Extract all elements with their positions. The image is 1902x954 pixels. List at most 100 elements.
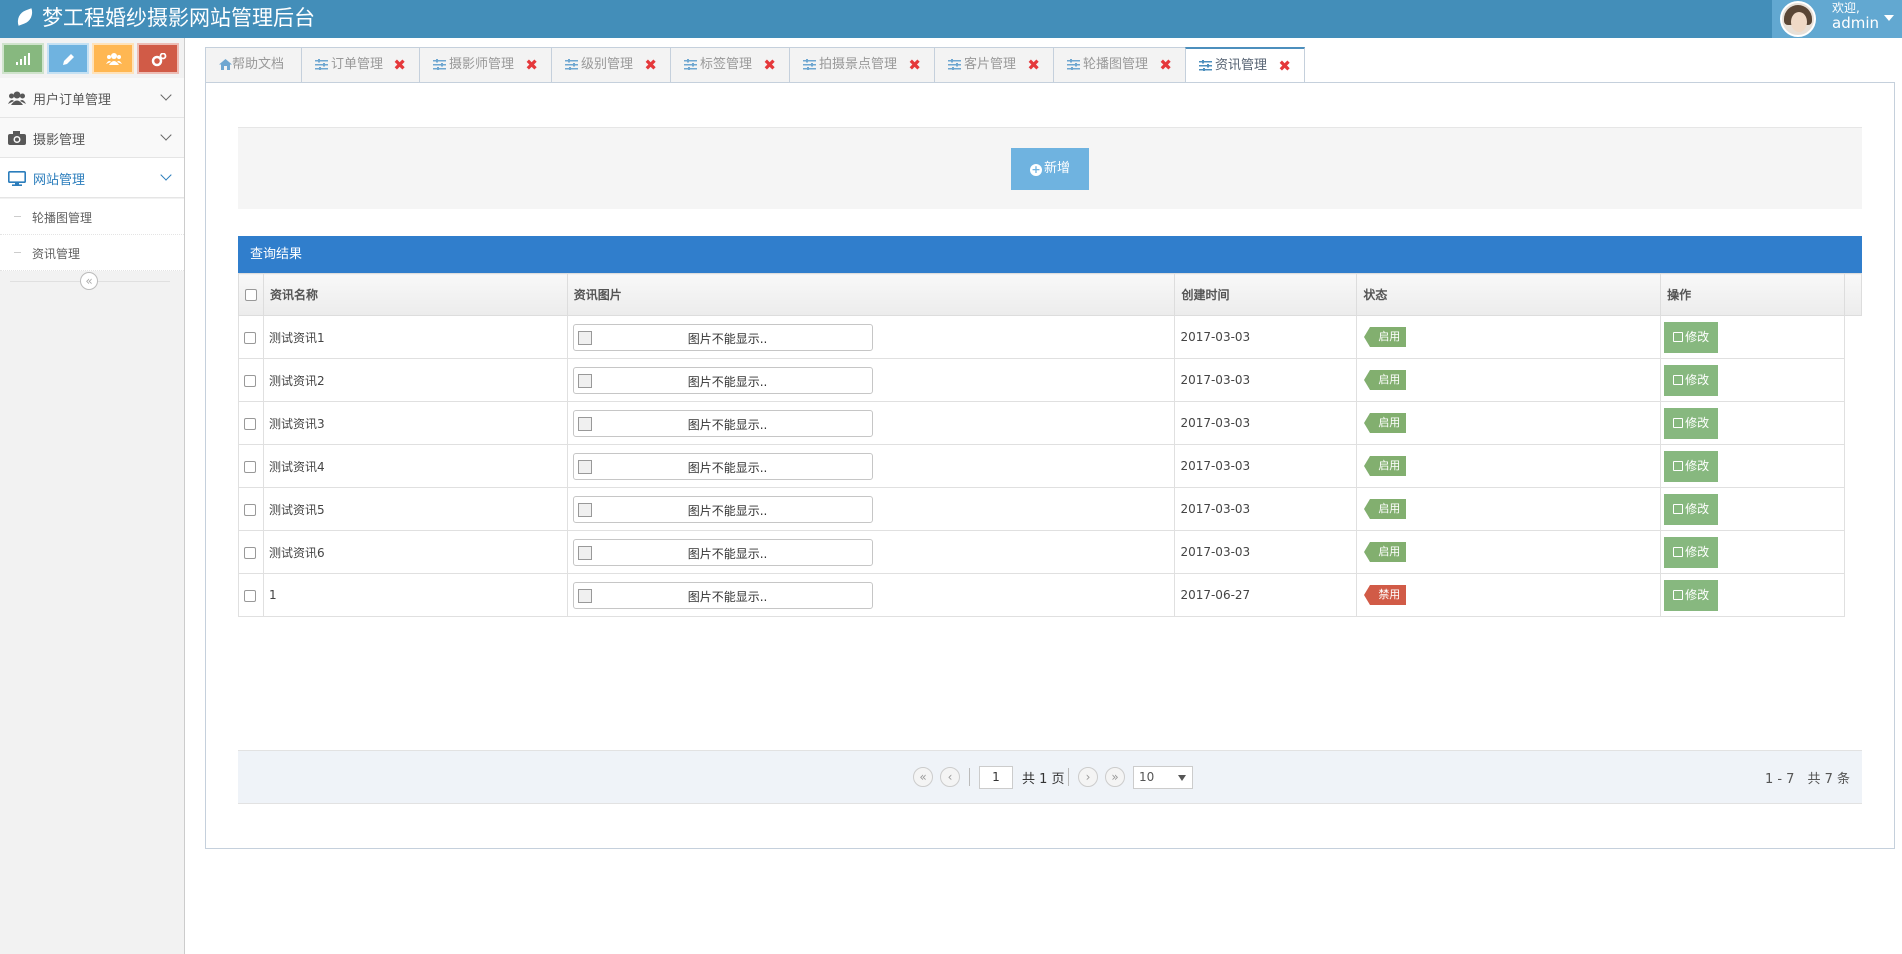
- tab-news[interactable]: 资讯管理 ✖: [1185, 47, 1305, 84]
- shortcut-edit-button[interactable]: [47, 43, 89, 74]
- page-size-select[interactable]: 10: [1133, 766, 1193, 789]
- table-row[interactable]: 测试资讯2 图片不能显示.. 2017-03-03 启用 修改: [238, 358, 1862, 402]
- edit-button[interactable]: 修改: [1664, 579, 1719, 611]
- broken-image-icon: [577, 502, 592, 517]
- add-button-label: 新增: [1043, 161, 1070, 176]
- sliders-icon: [315, 59, 328, 70]
- edit-button[interactable]: 修改: [1664, 321, 1719, 353]
- row-checkbox[interactable]: [244, 503, 256, 516]
- news-name: 测试资讯4: [262, 444, 568, 488]
- row-checkbox[interactable]: [244, 546, 256, 559]
- close-icon[interactable]: ✖: [908, 48, 921, 82]
- tab-client-photos[interactable]: 客片管理 ✖: [934, 47, 1054, 83]
- cogs-icon: [151, 53, 167, 67]
- tab-photographers[interactable]: 摄影师管理 ✖: [419, 47, 552, 83]
- column-header[interactable]: 资讯图片: [566, 273, 1176, 316]
- close-icon[interactable]: ✖: [1159, 48, 1172, 82]
- leaf-icon: [14, 8, 36, 26]
- chevron-down-icon: [160, 169, 172, 181]
- sidebar-subitem-label: 资讯管理: [32, 247, 81, 261]
- created-date: 2017-03-03: [1174, 444, 1358, 488]
- app-brand[interactable]: 梦工程婚纱摄影网站管理后台: [14, 4, 315, 32]
- page-number-input[interactable]: 1: [979, 766, 1013, 789]
- content-panel: + 新增 查询结果 资讯名称 资讯图片 创建时间 状态 操作 测试资讯1 图片不…: [205, 82, 1895, 849]
- shortcut-settings-button[interactable]: [137, 43, 179, 74]
- news-image: 图片不能显示..: [572, 495, 873, 523]
- first-page-button[interactable]: «: [913, 767, 933, 787]
- news-image: 图片不能显示..: [572, 323, 873, 351]
- sidebar-item-orders[interactable]: 用户订单管理: [0, 78, 184, 118]
- edit-icon: [1673, 417, 1684, 428]
- user-menu[interactable]: 欢迎, admin: [1772, 0, 1902, 38]
- column-header[interactable]: 操作: [1660, 273, 1845, 316]
- last-page-button[interactable]: »: [1105, 767, 1125, 787]
- shortcut-users-button[interactable]: [92, 43, 134, 74]
- close-icon[interactable]: ✖: [393, 48, 406, 82]
- created-date: 2017-03-03: [1174, 487, 1358, 531]
- close-icon[interactable]: ✖: [1027, 48, 1040, 82]
- dash-icon: [14, 252, 21, 253]
- group-icon: [106, 53, 122, 65]
- tab-orders[interactable]: 订单管理 ✖: [301, 47, 420, 83]
- add-button[interactable]: + 新增: [1011, 148, 1089, 190]
- column-header[interactable]: 创建时间: [1174, 273, 1358, 316]
- sidebar-item-website[interactable]: 网站管理: [0, 158, 184, 198]
- collapse-sidebar-button[interactable]: «: [80, 272, 98, 290]
- table-row[interactable]: 测试资讯4 图片不能显示.. 2017-03-03 启用 修改: [238, 444, 1862, 488]
- data-grid: 资讯名称 资讯图片 创建时间 状态 操作 测试资讯1 图片不能显示.. 2017…: [238, 273, 1863, 617]
- table-row[interactable]: 测试资讯6 图片不能显示.. 2017-03-03 启用 修改: [238, 530, 1862, 574]
- sidebar-item-label: 摄影管理: [33, 133, 86, 148]
- sidebar-item-photography[interactable]: 摄影管理: [0, 118, 184, 158]
- edit-button[interactable]: 修改: [1664, 493, 1719, 525]
- column-header[interactable]: 资讯名称: [262, 273, 568, 316]
- news-image: 图片不能显示..: [572, 538, 873, 566]
- table-row[interactable]: 测试资讯1 图片不能显示.. 2017-03-03 启用 修改: [238, 315, 1862, 359]
- table-row[interactable]: 测试资讯5 图片不能显示.. 2017-03-03 启用 修改: [238, 487, 1862, 531]
- caret-down-icon: [1178, 775, 1186, 781]
- row-checkbox[interactable]: [244, 331, 256, 344]
- tab-label: 轮播图管理: [1083, 57, 1149, 72]
- tab-label: 拍摄景点管理: [819, 57, 898, 72]
- news-name: 测试资讯3: [262, 401, 568, 445]
- row-checkbox[interactable]: [244, 589, 256, 602]
- edit-button[interactable]: 修改: [1664, 536, 1719, 568]
- shortcut-stats-button[interactable]: [2, 43, 44, 74]
- broken-image-icon: [577, 330, 592, 345]
- edit-button[interactable]: 修改: [1664, 407, 1719, 439]
- row-checkbox[interactable]: [244, 417, 256, 430]
- tab-levels[interactable]: 级别管理 ✖: [551, 47, 671, 83]
- close-icon[interactable]: ✖: [1278, 49, 1291, 83]
- sidebar-subitem-news[interactable]: 资讯管理: [0, 235, 184, 271]
- broken-image-icon: [577, 459, 592, 474]
- created-date: 2017-03-03: [1174, 401, 1358, 445]
- edit-button[interactable]: 修改: [1664, 450, 1719, 482]
- grid-title: 查询结果: [238, 236, 1862, 273]
- broken-image-icon: [577, 588, 592, 603]
- camera-icon: [8, 131, 26, 145]
- news-name: 1: [262, 573, 568, 617]
- column-header[interactable]: 状态: [1356, 273, 1662, 316]
- pagination-bar: « ‹ 1 共 1 页 › » 10 1 - 7 共 7 条: [238, 750, 1862, 804]
- tab-tags[interactable]: 标签管理 ✖: [670, 47, 790, 83]
- tab-carousel[interactable]: 轮播图管理 ✖: [1053, 47, 1186, 83]
- welcome-text: 欢迎,: [1832, 1, 1860, 15]
- table-row[interactable]: 1 图片不能显示.. 2017-06-27 禁用 修改: [238, 573, 1862, 617]
- signal-icon: [16, 53, 30, 65]
- close-icon[interactable]: ✖: [763, 48, 776, 82]
- tab-help[interactable]: 帮助文档: [205, 47, 302, 83]
- prev-page-button[interactable]: ‹: [940, 767, 960, 787]
- edit-button[interactable]: 修改: [1664, 364, 1719, 396]
- news-name: 测试资讯1: [262, 315, 568, 359]
- next-page-button[interactable]: ›: [1078, 767, 1098, 787]
- select-all-checkbox[interactable]: [245, 289, 257, 301]
- row-checkbox[interactable]: [244, 374, 256, 387]
- tab-locations[interactable]: 拍摄景点管理 ✖: [789, 47, 935, 83]
- sidebar-collapse: «: [0, 270, 184, 292]
- table-row[interactable]: 测试资讯3 图片不能显示.. 2017-03-03 启用 修改: [238, 401, 1862, 445]
- avatar: [1780, 1, 1816, 37]
- sidebar-subitem-carousel[interactable]: 轮播图管理: [0, 199, 184, 235]
- row-checkbox[interactable]: [244, 460, 256, 473]
- close-icon[interactable]: ✖: [644, 48, 657, 82]
- top-navbar: 梦工程婚纱摄影网站管理后台 欢迎, admin: [0, 0, 1902, 38]
- close-icon[interactable]: ✖: [525, 48, 538, 82]
